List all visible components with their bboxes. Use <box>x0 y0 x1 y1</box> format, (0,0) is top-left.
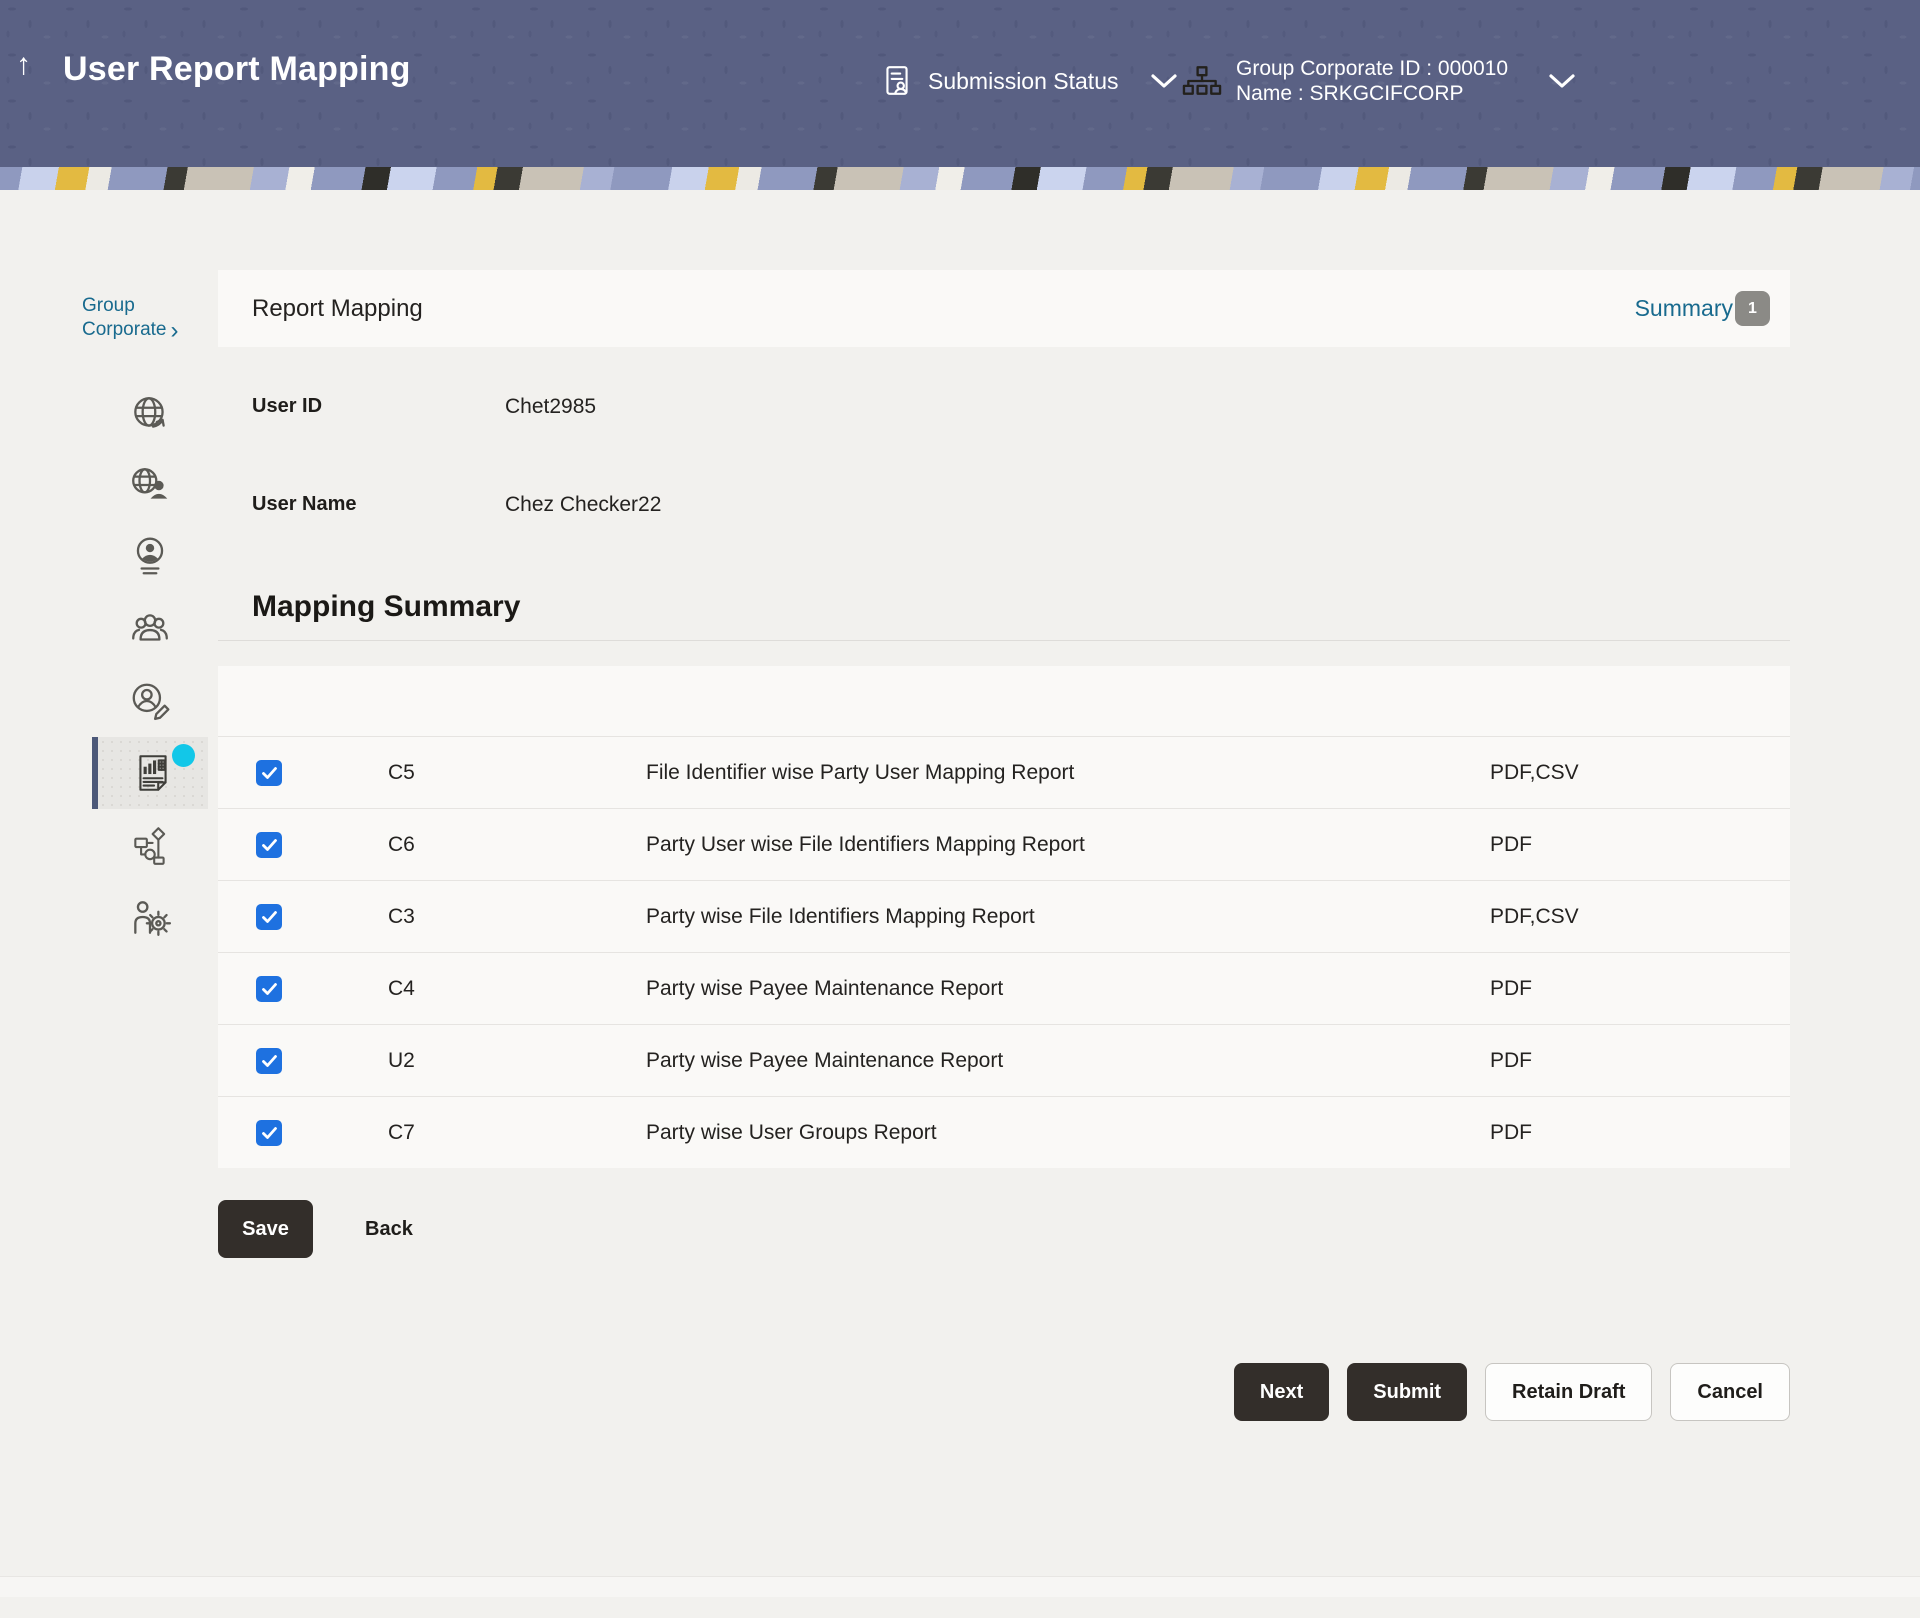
report-formats: PDF <box>1490 1121 1790 1145</box>
chevron-down-icon <box>1548 73 1576 89</box>
report-checkbox[interactable] <box>256 904 282 930</box>
user-id-row: User ID Chet2985 <box>252 395 1790 421</box>
sidebar-item-user-settings[interactable] <box>92 881 208 953</box>
user-id-value: Chet2985 <box>505 395 596 421</box>
globe-sync-icon <box>128 391 172 435</box>
report-name: File Identifier wise Party User Mapping … <box>646 761 1490 785</box>
submission-status-document-icon <box>880 64 914 98</box>
cancel-button[interactable]: Cancel <box>1670 1363 1790 1421</box>
summary-link-label: Summary <box>1635 295 1733 322</box>
summary-count-badge: 1 <box>1735 291 1770 326</box>
report-code: C4 <box>388 977 468 1001</box>
submission-status-label: Submission Status <box>928 68 1118 95</box>
person-edit-icon <box>128 679 172 723</box>
user-info-section: User ID Chet2985 User Name Chez Checker2… <box>218 395 1790 519</box>
report-code: C6 <box>388 833 468 857</box>
submission-status-button[interactable]: Submission Status <box>880 64 1178 98</box>
table-row: C4 Party wise Payee Maintenance Report P… <box>218 952 1790 1024</box>
person-gear-icon <box>128 895 172 939</box>
chevron-right-icon: › <box>171 317 179 344</box>
report-name: Party wise File Identifiers Mapping Repo… <box>646 905 1490 929</box>
report-code: C7 <box>388 1121 468 1145</box>
sidebar-group-corporate-label: Group Corporate <box>82 295 167 340</box>
report-code: C3 <box>388 905 468 929</box>
report-name: Party User wise File Identifiers Mapping… <box>646 833 1490 857</box>
mapping-table-body: C5 File Identifier wise Party User Mappi… <box>218 736 1790 1168</box>
user-name-value: Chez Checker22 <box>505 493 661 519</box>
table-row: C3 Party wise File Identifiers Mapping R… <box>218 880 1790 952</box>
report-document-icon <box>131 751 175 795</box>
chevron-down-icon <box>1150 73 1178 89</box>
up-arrow-icon[interactable]: ↑ <box>16 50 31 80</box>
report-code: C5 <box>388 761 468 785</box>
submit-button[interactable]: Submit <box>1347 1363 1467 1421</box>
mapping-summary-heading: Mapping Summary <box>218 590 1790 624</box>
table-row: C5 File Identifier wise Party User Mappi… <box>218 736 1790 808</box>
sidebar-item-globe-sync[interactable] <box>92 377 208 449</box>
report-checkbox[interactable] <box>256 832 282 858</box>
sidebar-item-person-edit[interactable] <box>92 665 208 737</box>
globe-user-icon <box>128 463 172 507</box>
sidebar-item-workflow[interactable] <box>92 809 208 881</box>
group-corporate-selector[interactable]: Group Corporate ID : 000010 Name : SRKGC… <box>1182 56 1576 106</box>
panel-title: Report Mapping <box>252 295 423 323</box>
report-checkbox[interactable] <box>256 976 282 1002</box>
user-name-label: User Name <box>252 493 505 519</box>
user-id-label: User ID <box>252 395 505 421</box>
decorative-banner-strip <box>0 167 1920 190</box>
sidebar-nav <box>92 377 208 953</box>
save-button[interactable]: Save <box>218 1200 313 1258</box>
cyan-notification-dot <box>172 744 195 767</box>
app-header: ↑ User Report Mapping Submission Status <box>0 0 1920 167</box>
table-row: C6 Party User wise File Identifiers Mapp… <box>218 808 1790 880</box>
report-code: U2 <box>388 1049 468 1073</box>
report-checkbox[interactable] <box>256 760 282 786</box>
report-formats: PDF,CSV <box>1490 761 1790 785</box>
report-formats: PDF <box>1490 1049 1790 1073</box>
sidebar-group-corporate-link[interactable]: Group Corporate› <box>82 294 202 342</box>
report-checkbox[interactable] <box>256 1120 282 1146</box>
group-corporate-name: Name : SRKGCIFCORP <box>1236 82 1464 105</box>
table-row: U2 Party wise Payee Maintenance Report P… <box>218 1024 1790 1096</box>
retain-draft-button[interactable]: Retain Draft <box>1485 1363 1652 1421</box>
report-name: Party wise Payee Maintenance Report <box>646 977 1490 1001</box>
users-group-icon <box>128 607 172 651</box>
group-corporate-id: Group Corporate ID : 000010 <box>1236 57 1508 80</box>
report-formats: PDF <box>1490 833 1790 857</box>
person-badge-icon <box>128 535 172 579</box>
sidebar-item-report-mapping[interactable] <box>92 737 208 809</box>
group-corporate-info: Group Corporate ID : 000010 Name : SRKGC… <box>1236 56 1508 106</box>
sidebar-item-person-badge[interactable] <box>92 521 208 593</box>
report-formats: PDF,CSV <box>1490 905 1790 929</box>
footer-actions: Next Submit Retain Draft Cancel <box>218 1363 1790 1421</box>
back-button[interactable]: Back <box>365 1218 413 1241</box>
flow-chart-icon <box>128 823 172 867</box>
user-name-row: User Name Chez Checker22 <box>252 493 1790 519</box>
mapping-summary-table: C5 File Identifier wise Party User Mappi… <box>218 666 1790 1168</box>
page-body: Group Corporate› <box>0 190 1920 1597</box>
report-name: Party wise Payee Maintenance Report <box>646 1049 1490 1073</box>
report-formats: PDF <box>1490 977 1790 1001</box>
table-row: C7 Party wise User Groups Report PDF <box>218 1096 1790 1168</box>
org-hierarchy-icon <box>1182 65 1222 97</box>
report-mapping-header: Report Mapping Summary 1 <box>218 270 1790 347</box>
summary-link[interactable]: Summary 1 <box>1635 291 1770 326</box>
sidebar-item-globe-user[interactable] <box>92 449 208 521</box>
sidebar-item-user-groups[interactable] <box>92 593 208 665</box>
main-content: Report Mapping Summary 1 User ID Chet298… <box>218 270 1790 1421</box>
section-divider <box>218 640 1790 641</box>
report-name: Party wise User Groups Report <box>646 1121 1490 1145</box>
page-footer-strip <box>0 1576 1920 1597</box>
page-title: User Report Mapping <box>63 50 411 89</box>
report-checkbox[interactable] <box>256 1048 282 1074</box>
next-button[interactable]: Next <box>1234 1363 1329 1421</box>
save-row: Save Back <box>218 1200 1790 1258</box>
